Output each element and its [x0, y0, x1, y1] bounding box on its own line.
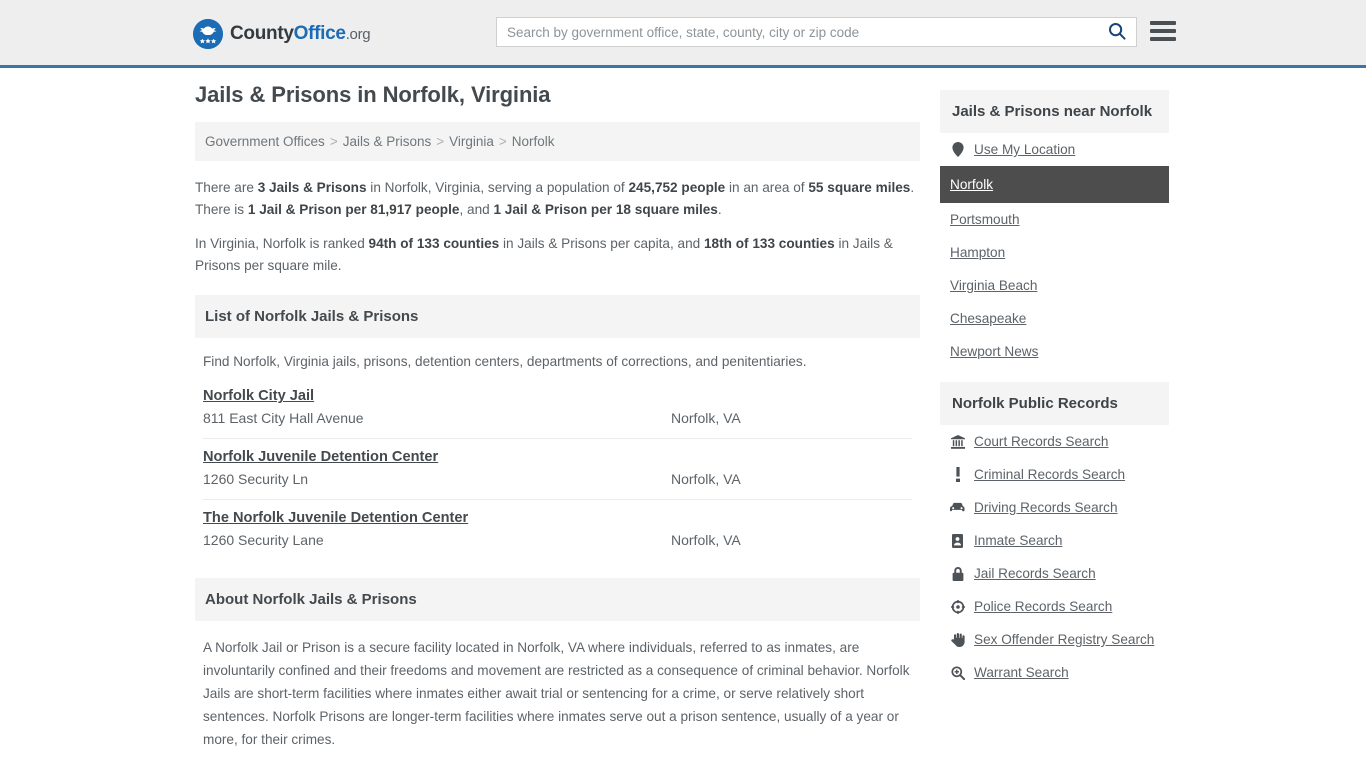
about-section-body: A Norfolk Jail or Prison is a secure fac… — [195, 621, 920, 768]
listing-address: 811 East City Hall Avenue — [203, 410, 364, 427]
hamburger-menu-icon[interactable] — [1150, 18, 1176, 44]
statistics-paragraph-2: In Virginia, Norfolk is ranked 94th of 1… — [195, 236, 893, 274]
record-link[interactable]: Police Records Search — [974, 599, 1112, 614]
sidebar-item-criminal-records-search[interactable]: Criminal Records Search — [940, 458, 1169, 491]
record-link[interactable]: Warrant Search — [974, 665, 1069, 680]
search-button[interactable] — [1098, 18, 1136, 46]
sidebar-item-warrant-search[interactable]: Warrant Search — [940, 656, 1169, 689]
police-badge-icon — [950, 599, 965, 614]
map-pin-icon — [950, 142, 965, 157]
listing-city: Norfolk, VA — [671, 471, 741, 488]
sidebar-item-police-records-search[interactable]: Police Records Search — [940, 590, 1169, 623]
logo-text-office: Office — [293, 23, 346, 44]
public-records-list: Court Records Search Criminal Records Se… — [940, 425, 1169, 689]
sidebar-item-newport-news[interactable]: Newport News — [940, 335, 1169, 368]
sidebar-item-sex-offender-registry-search[interactable]: Sex Offender Registry Search — [940, 623, 1169, 656]
use-my-location-link[interactable]: Use My Location — [974, 142, 1075, 157]
sidebar-item-inmate-search[interactable]: Inmate Search — [940, 524, 1169, 557]
nearby-link[interactable]: Newport News — [950, 344, 1038, 359]
record-link[interactable]: Sex Offender Registry Search — [974, 632, 1154, 647]
sidebar-item-portsmouth[interactable]: Portsmouth — [940, 203, 1169, 236]
sidebar-item-chesapeake[interactable]: Chesapeake — [940, 302, 1169, 335]
sidebar: Jails & Prisons near Norfolk Use My Loca… — [940, 90, 1169, 689]
lock-icon — [950, 566, 965, 581]
nearby-link[interactable]: Norfolk — [950, 177, 993, 192]
site-logo[interactable]: CountyOffice.org — [193, 19, 371, 49]
sidebar-item-driving-records-search[interactable]: Driving Records Search — [940, 491, 1169, 524]
records-section-heading: Norfolk Public Records — [940, 382, 1169, 425]
magnifier-plus-icon — [950, 665, 965, 680]
breadcrumb-separator: > — [329, 134, 338, 149]
page-title: Jails & Prisons in Norfolk, Virginia — [195, 82, 551, 107]
sidebar-item-virginia-beach[interactable]: Virginia Beach — [940, 269, 1169, 302]
nearby-link[interactable]: Virginia Beach — [950, 278, 1037, 293]
breadcrumb-item-virginia[interactable]: Virginia — [449, 134, 494, 149]
record-link[interactable]: Driving Records Search — [974, 500, 1118, 515]
search-bar[interactable] — [496, 17, 1137, 47]
breadcrumb-item-jails-prisons[interactable]: Jails & Prisons — [343, 134, 432, 149]
exclamation-icon — [950, 467, 965, 482]
nearby-link[interactable]: Hampton — [950, 245, 1005, 260]
nearby-link[interactable]: Portsmouth — [950, 212, 1020, 227]
hand-icon — [950, 632, 965, 647]
listing-city: Norfolk, VA — [671, 410, 741, 427]
about-contact-lead: You may contact Jails & Prisons for ques… — [195, 764, 920, 768]
sidebar-item-jail-records-search[interactable]: Jail Records Search — [940, 557, 1169, 590]
nearby-list: Use My Location Norfolk Portsmouth Hampt… — [940, 133, 1169, 368]
listing-name-link[interactable]: The Norfolk Juvenile Detention Center — [203, 510, 468, 526]
breadcrumb: Government Offices > Jails & Prisons > Virgi… — [195, 122, 920, 161]
listing-address: 1260 Security Ln — [203, 471, 309, 488]
main-content: Jails & Prisons in Norfolk, Virginia Gov… — [195, 82, 920, 768]
site-header: CountyOffice.org — [0, 0, 1366, 68]
breadcrumb-item-norfolk[interactable]: Norfolk — [512, 134, 555, 149]
record-link[interactable]: Criminal Records Search — [974, 467, 1125, 482]
about-paragraph: A Norfolk Jail or Prison is a secure fac… — [203, 640, 910, 747]
sidebar-item-court-records-search[interactable]: Court Records Search — [940, 425, 1169, 458]
logo-text-org: .org — [345, 26, 371, 43]
eagle-shield-icon — [193, 19, 223, 49]
logo-wordmark: CountyOffice.org — [230, 23, 371, 45]
listing-name-link[interactable]: Norfolk City Jail — [203, 388, 314, 404]
search-input[interactable] — [497, 18, 1098, 46]
courthouse-icon — [950, 434, 965, 449]
list-section-heading: List of Norfolk Jails & Prisons — [195, 295, 920, 339]
about-section-heading: About Norfolk Jails & Prisons — [195, 578, 920, 622]
search-icon — [1108, 22, 1126, 43]
statistics-block: There are 3 Jails & Prisons in Norfolk, … — [195, 177, 920, 277]
id-card-icon — [950, 533, 965, 548]
list-item[interactable]: The Norfolk Juvenile Detention Center 12… — [203, 500, 912, 560]
listing-name-link[interactable]: Norfolk Juvenile Detention Center — [203, 449, 438, 465]
record-link[interactable]: Inmate Search — [974, 533, 1062, 548]
jails-list: Norfolk City Jail 811 East City Hall Ave… — [195, 378, 920, 560]
logo-text-county: County — [230, 23, 294, 44]
breadcrumb-item-government-offices[interactable]: Government Offices — [205, 134, 325, 149]
list-item[interactable]: Norfolk Juvenile Detention Center 1260 S… — [203, 439, 912, 501]
nearby-link[interactable]: Chesapeake — [950, 311, 1026, 326]
car-icon — [950, 502, 965, 513]
nearby-section-heading: Jails & Prisons near Norfolk — [940, 90, 1169, 133]
breadcrumb-separator: > — [436, 134, 445, 149]
list-section-subheading: Find Norfolk, Virginia jails, prisons, d… — [203, 354, 807, 370]
listing-city: Norfolk, VA — [671, 532, 741, 549]
listing-address: 1260 Security Lane — [203, 532, 324, 549]
sidebar-item-use-my-location[interactable]: Use My Location — [940, 133, 1169, 166]
sidebar-item-hampton[interactable]: Hampton — [940, 236, 1169, 269]
list-item[interactable]: Norfolk City Jail 811 East City Hall Ave… — [203, 378, 912, 440]
record-link[interactable]: Court Records Search — [974, 434, 1108, 449]
record-link[interactable]: Jail Records Search — [974, 566, 1096, 581]
sidebar-item-norfolk[interactable]: Norfolk — [940, 166, 1169, 203]
breadcrumb-separator: > — [498, 134, 507, 149]
statistics-paragraph-1: There are 3 Jails & Prisons in Norfolk, … — [195, 180, 915, 218]
